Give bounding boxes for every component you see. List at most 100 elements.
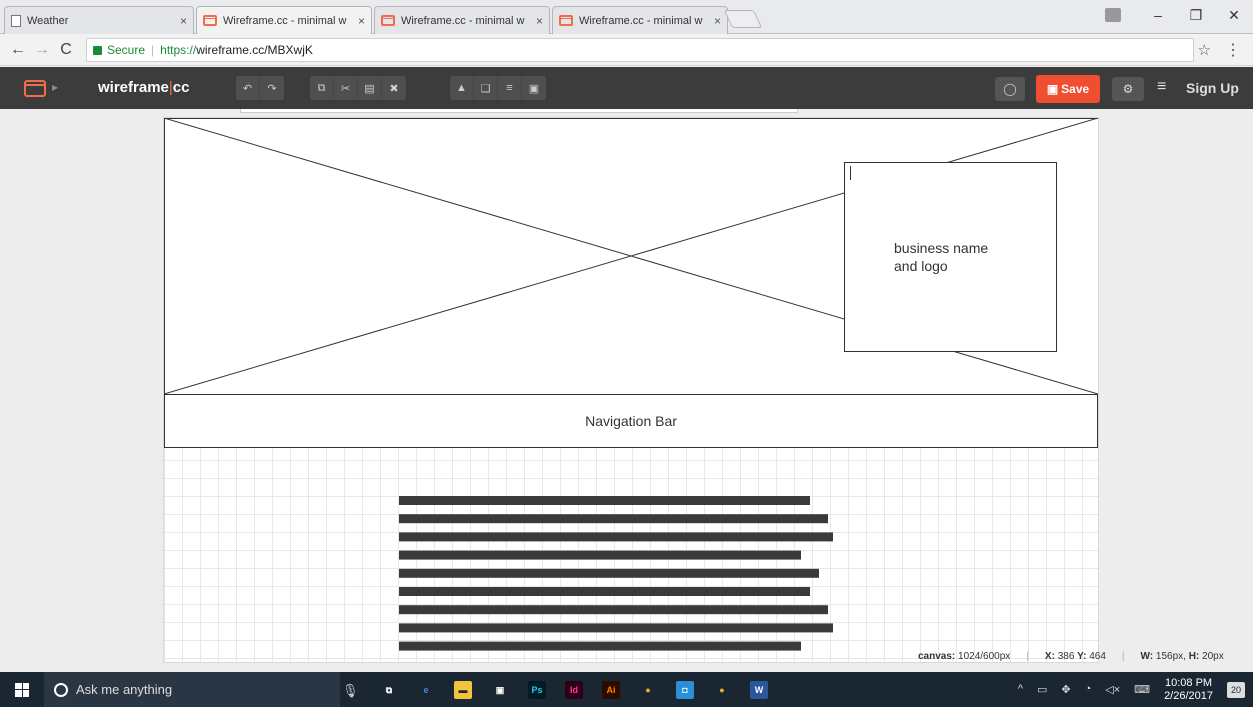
tab-wireframe-2[interactable]: Wireframe.cc - minimal w × bbox=[374, 6, 550, 34]
history-button-group: ↶ ↷ bbox=[236, 76, 284, 100]
save-button[interactable]: ▣ Save bbox=[1036, 75, 1100, 103]
tab-wireframe-3[interactable]: Wireframe.cc - minimal w × bbox=[552, 6, 728, 34]
text-cursor bbox=[850, 166, 851, 180]
navbar-label: Navigation Bar bbox=[585, 413, 677, 429]
close-icon[interactable]: × bbox=[180, 14, 187, 28]
profile-icon[interactable] bbox=[1105, 8, 1121, 22]
settings-button[interactable]: ⚙ bbox=[1112, 77, 1144, 101]
text-block[interactable] bbox=[399, 496, 833, 651]
photoshop-icon[interactable]: Ps bbox=[528, 681, 546, 699]
gear-icon: ⚙ bbox=[1122, 82, 1134, 96]
copy-button[interactable]: ⧉ bbox=[310, 76, 334, 100]
paste-button[interactable]: ▤ bbox=[358, 76, 382, 100]
reload-button[interactable]: C bbox=[54, 41, 78, 59]
microphone-icon[interactable]: 🎙 bbox=[342, 683, 359, 699]
text-line bbox=[399, 623, 833, 633]
cut-button[interactable]: ✂ bbox=[334, 76, 358, 100]
logo-box-label: business name and logo bbox=[894, 240, 989, 274]
volume-muted-icon[interactable]: ◁× bbox=[1105, 683, 1120, 696]
close-icon[interactable]: × bbox=[714, 14, 721, 28]
wireframe-icon bbox=[203, 15, 217, 26]
edit-button-group: ⧉ ✂ ▤ ✖ bbox=[310, 76, 406, 100]
network-app-icon[interactable]: ✥ bbox=[1061, 683, 1070, 696]
store-icon[interactable]: ▣ bbox=[491, 681, 509, 699]
forward-button[interactable]: → bbox=[30, 41, 54, 59]
cortana-search-box[interactable]: Ask me anything bbox=[44, 672, 340, 707]
system-tray: ^ ▭ ✥ ◔ ◁× ⌨ 10:08 PM 2/26/2017 20 bbox=[1018, 672, 1253, 707]
wireframe-canvas[interactable]: business name and logo Navigation Bar bbox=[163, 117, 1099, 663]
wireframe-icon bbox=[559, 15, 573, 26]
battery-icon[interactable]: ▭ bbox=[1037, 683, 1047, 696]
wifi-icon[interactable]: ◔ bbox=[1085, 683, 1092, 696]
text-line bbox=[399, 568, 819, 578]
tab-title: Wireframe.cc - minimal w bbox=[401, 14, 525, 27]
cursor-position-readout: X: 386 Y: 464 bbox=[1044, 651, 1106, 662]
save-icon: ▣ bbox=[1046, 82, 1059, 96]
clock-date: 2/26/2017 bbox=[1164, 689, 1213, 702]
notification-center-icon[interactable]: 20 bbox=[1227, 681, 1245, 698]
group-button[interactable]: ▣ bbox=[522, 76, 546, 100]
hamburger-menu-icon[interactable]: ≡ bbox=[1157, 78, 1166, 96]
bring-front-button[interactable]: ❏ bbox=[474, 76, 498, 100]
text-line bbox=[399, 605, 828, 615]
url-input[interactable]: Secure | https://wireframe.cc/MBXwjK bbox=[86, 37, 1194, 62]
new-tab-button[interactable] bbox=[723, 10, 763, 28]
tab-weather[interactable]: Weather × bbox=[4, 6, 194, 34]
chrome-icon[interactable]: ● bbox=[639, 681, 657, 699]
sign-up-link[interactable]: Sign Up bbox=[1186, 80, 1239, 96]
show-hidden-icons-icon[interactable]: ^ bbox=[1018, 683, 1023, 696]
task-view-icon[interactable]: ⧉ bbox=[380, 681, 398, 699]
navigation-bar-placeholder[interactable]: Navigation Bar bbox=[164, 394, 1098, 448]
text-line bbox=[399, 496, 810, 505]
clock[interactable]: 10:08 PM 2/26/2017 bbox=[1164, 677, 1213, 703]
bookmark-star-icon[interactable]: ☆ bbox=[1198, 41, 1211, 59]
illustrator-icon[interactable]: Ai bbox=[602, 681, 620, 699]
browser-tab-strip: Weather × Wireframe.cc - minimal w × Wir… bbox=[0, 0, 1253, 34]
indesign-icon[interactable]: Id bbox=[565, 681, 583, 699]
close-icon[interactable]: × bbox=[358, 14, 365, 28]
comment-button[interactable]: ◯ bbox=[995, 77, 1025, 101]
app-icon[interactable]: ◘ bbox=[676, 681, 694, 699]
page-tab-strip bbox=[240, 109, 798, 113]
file-explorer-icon[interactable]: ▬ bbox=[454, 681, 472, 699]
word-icon[interactable]: W bbox=[750, 681, 768, 699]
comment-icon: ◯ bbox=[1003, 82, 1017, 96]
start-button[interactable] bbox=[0, 672, 44, 707]
text-line bbox=[399, 641, 801, 651]
close-icon[interactable]: × bbox=[536, 14, 543, 28]
address-bar: ← → C Secure | https://wireframe.cc/MBXw… bbox=[0, 34, 1253, 66]
redo-button[interactable]: ↷ bbox=[260, 76, 284, 100]
minimize-button[interactable]: – bbox=[1139, 7, 1177, 23]
keyboard-icon[interactable]: ⌨ bbox=[1134, 683, 1150, 696]
cortana-icon bbox=[54, 682, 68, 697]
lock-icon bbox=[93, 46, 102, 55]
browser-menu-icon[interactable]: ⋮ bbox=[1225, 40, 1241, 60]
url-scheme: https:// bbox=[160, 42, 197, 57]
lock-button[interactable]: ▲ bbox=[450, 76, 474, 100]
secure-label: Secure bbox=[107, 42, 146, 57]
save-label: Save bbox=[1061, 82, 1090, 96]
align-button[interactable]: ≡ bbox=[498, 76, 522, 100]
wireframe-logo-icon[interactable] bbox=[24, 80, 46, 97]
windows-logo-icon bbox=[15, 682, 29, 697]
canvas-size-readout: canvas: 1024/600px bbox=[918, 651, 1011, 662]
tab-wireframe-active[interactable]: Wireframe.cc - minimal w × bbox=[196, 6, 372, 34]
caret-right-icon[interactable]: ▶ bbox=[52, 83, 58, 92]
page-icon bbox=[11, 14, 21, 27]
tab-title: Wireframe.cc - minimal w bbox=[579, 14, 703, 27]
back-button[interactable]: ← bbox=[6, 41, 30, 59]
business-logo-box[interactable]: business name and logo bbox=[844, 162, 1057, 352]
delete-button[interactable]: ✖ bbox=[382, 76, 406, 100]
text-line bbox=[399, 587, 810, 596]
chrome-canary-icon[interactable]: ● bbox=[713, 681, 731, 699]
tab-title: Wireframe.cc - minimal w bbox=[223, 14, 347, 27]
brand-logo: wireframe|cc bbox=[98, 79, 190, 96]
restore-button[interactable]: ❐ bbox=[1177, 7, 1215, 24]
text-line bbox=[399, 514, 828, 524]
undo-button[interactable]: ↶ bbox=[236, 76, 260, 100]
text-line bbox=[399, 532, 833, 542]
url-text: wireframe.cc/MBXwjK bbox=[196, 42, 313, 57]
text-line bbox=[399, 550, 801, 560]
close-window-button[interactable]: ✕ bbox=[1215, 7, 1253, 24]
edge-icon[interactable]: e bbox=[417, 681, 435, 699]
